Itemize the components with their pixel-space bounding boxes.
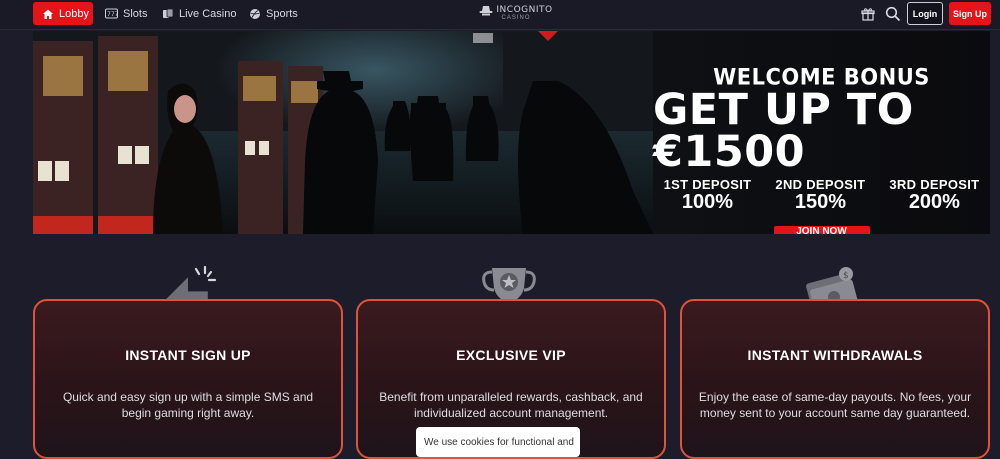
logo-name: INCOGNITO — [496, 5, 553, 15]
cookie-text: We use cookies for functional and — [424, 437, 574, 448]
search-icon[interactable] — [885, 6, 901, 22]
site-logo[interactable]: INCOGNITO CASINO — [479, 4, 553, 26]
feature-description: Quick and easy sign up with a simple SMS… — [62, 390, 314, 420]
feature-title: INSTANT SIGN UP — [125, 347, 251, 363]
top-nav: Lobby 777 Slots Live Casino Sports INCOG… — [0, 0, 1000, 30]
nav-slots-label: Slots — [123, 7, 148, 20]
deposit-label: 1ST DEPOSIT — [663, 177, 752, 192]
cookie-notice: We use cookies for functional and — [416, 427, 580, 457]
svg-text:$: $ — [843, 271, 849, 281]
hat-icon — [479, 6, 493, 16]
deposit-value: 200% — [908, 191, 960, 213]
nav-lobby[interactable]: Lobby — [33, 2, 93, 25]
join-now-button[interactable]: JOIN NOW — [773, 226, 870, 234]
feature-card-instant-signup: INSTANT SIGN UP Quick and easy sign up w… — [33, 299, 343, 459]
deposit-value: 150% — [794, 191, 846, 213]
deposit-tier: 1ST DEPOSIT 100% — [664, 177, 752, 212]
feature-description: Benefit from unparalleled rewards, cashb… — [379, 390, 643, 420]
signup-button[interactable]: Sign Up — [949, 2, 991, 25]
slot-machine-icon: 777 — [105, 8, 118, 19]
deposit-label: 2ND DEPOSIT — [775, 177, 866, 192]
gift-icon[interactable] — [861, 7, 875, 21]
bonus-heading: WELCOME BONUS — [713, 64, 930, 90]
svg-text:777: 777 — [107, 11, 118, 18]
deposit-tier: 3RD DEPOSIT 200% — [889, 177, 979, 212]
casino-scene-image — [33, 31, 653, 234]
deposit-tier: 2ND DEPOSIT 150% — [775, 177, 865, 212]
nav-live-casino-label: Live Casino — [179, 7, 237, 20]
nav-sports[interactable]: Sports — [249, 2, 298, 25]
nav-slots[interactable]: 777 Slots — [105, 2, 147, 25]
bonus-amount: GET UP TO €1500 — [653, 85, 914, 177]
nav-lobby-label: Lobby — [59, 7, 89, 20]
login-button[interactable]: Login — [907, 2, 943, 25]
feature-card-instant-withdrawals: INSTANT WITHDRAWALS Enjoy the ease of sa… — [680, 299, 990, 459]
nav-live-casino[interactable]: Live Casino — [162, 2, 236, 25]
cards-icon — [163, 8, 174, 18]
deposit-value: 100% — [681, 191, 734, 213]
ball-icon — [250, 8, 260, 19]
bonus-text-block: WELCOME BONUS GET UP TO €1500 1ST DEPOSI… — [653, 31, 990, 234]
deposit-tiers: 1ST DEPOSIT 100% 2ND DEPOSIT 150% 3RD DE… — [664, 177, 980, 212]
nav-sports-label: Sports — [266, 7, 298, 20]
logo-subtitle: CASINO — [501, 15, 531, 21]
home-icon — [43, 9, 53, 19]
feature-title: EXCLUSIVE VIP — [456, 347, 566, 363]
deposit-label: 3RD DEPOSIT — [889, 177, 980, 192]
welcome-banner: WELCOME BONUS GET UP TO €1500 1ST DEPOSI… — [33, 31, 990, 234]
feature-title: INSTANT WITHDRAWALS — [747, 347, 923, 363]
feature-description: Enjoy the ease of same-day payouts. No f… — [698, 390, 972, 420]
